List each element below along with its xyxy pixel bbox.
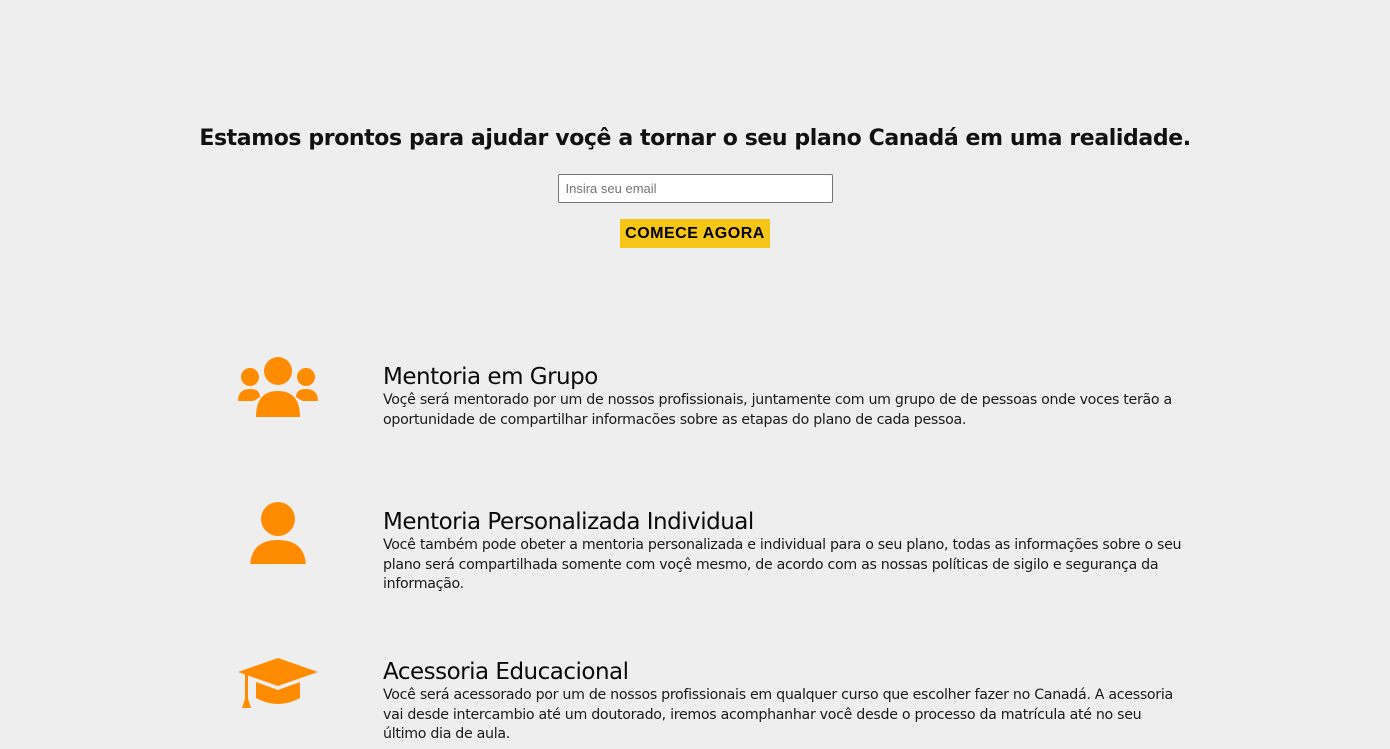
service-text: Acessoria Educacional Você será acessora… (383, 658, 1183, 745)
email-input[interactable] (557, 174, 833, 203)
group-icon (238, 357, 318, 417)
service-title: Mentoria em Grupo (383, 364, 598, 390)
service-text: Mentoria em Grupo Voçê será mentorado po… (383, 363, 1183, 430)
hero-title: Estamos prontos para ajudar voçê a torna… (199, 126, 1191, 151)
service-text: Mentoria Personalizada Individual Você t… (383, 508, 1183, 595)
graduation-cap-icon (238, 658, 318, 708)
service-title: Acessoria Educacional (383, 659, 629, 685)
service-description: Voçê será mentorado por um de nossos pro… (383, 392, 1172, 428)
start-now-button[interactable]: COMECE AGORA (620, 219, 770, 248)
service-description: Você será acessorado por um de nossos pr… (383, 687, 1173, 742)
hero-section: Estamos prontos para ajudar voçê a torna… (0, 122, 1390, 248)
user-icon (250, 502, 306, 564)
service-description: Você também pode obeter a mentoria perso… (383, 537, 1182, 592)
service-title: Mentoria Personalizada Individual (383, 509, 754, 535)
